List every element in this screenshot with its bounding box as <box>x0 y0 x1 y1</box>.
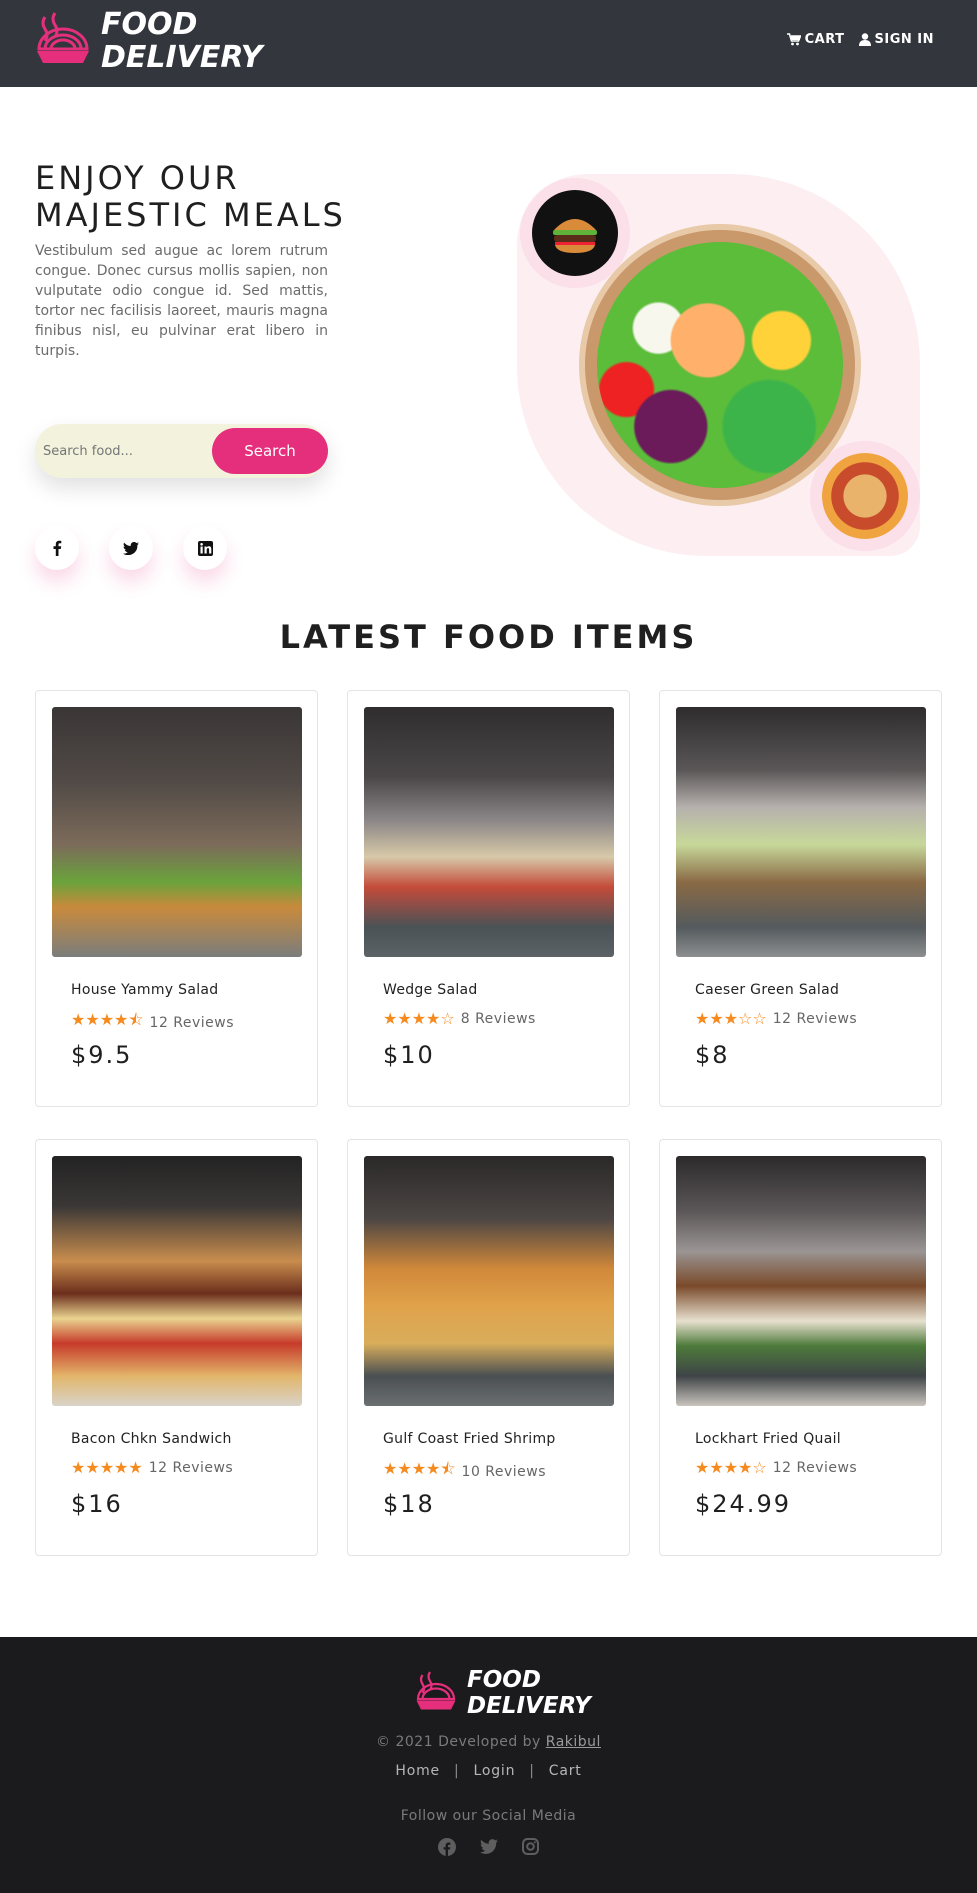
food-name: House Yammy Salad <box>71 982 219 998</box>
copyright-text: © 2021 Developed by <box>376 1734 541 1750</box>
instagram-icon[interactable] <box>521 1838 541 1861</box>
logo-line-1: FOOD <box>101 7 198 42</box>
twitter-icon[interactable] <box>479 1838 499 1861</box>
review-count: 8 Reviews <box>460 1010 536 1027</box>
footer-link-login[interactable]: Login <box>473 1763 515 1779</box>
food-name: Gulf Coast Fried Shrimp <box>383 1431 556 1447</box>
burger-thumbnail <box>532 190 618 276</box>
footer-links: Home | Login | Cart <box>0 1763 977 1779</box>
facebook-icon[interactable] <box>35 526 79 570</box>
salad-bowl-image <box>585 230 855 500</box>
divider: | <box>453 1763 460 1779</box>
user-icon <box>858 33 871 46</box>
food-image <box>676 707 926 957</box>
food-card[interactable]: House Yammy Salad ★★★★⯪ 12 Reviews $9.5 <box>35 690 318 1107</box>
rating-stars-icon: ★★★★⯪ <box>383 1459 456 1478</box>
pizza-thumbnail <box>822 453 908 539</box>
footer-socials <box>0 1838 977 1861</box>
review-count: 12 Reviews <box>772 1459 858 1476</box>
copyright: © 2021 Developed by Rakibul <box>0 1734 977 1750</box>
food-rating: ★★★★⯪ 12 Reviews <box>71 1009 234 1036</box>
bowl-logo-icon <box>37 12 89 63</box>
food-name: Bacon Chkn Sandwich <box>71 1431 232 1447</box>
food-image <box>676 1156 926 1406</box>
section-title: LATEST FOOD ITEMS <box>279 618 698 656</box>
food-rating: ★★★★☆ 12 Reviews <box>695 1458 857 1477</box>
facebook-icon[interactable] <box>437 1838 457 1861</box>
main-nav: CART SIGN IN <box>786 32 935 47</box>
food-rating: ★★★★★ 12 Reviews <box>71 1458 233 1477</box>
food-card[interactable]: Lockhart Fried Quail ★★★★☆ 12 Reviews $2… <box>659 1139 942 1556</box>
food-name: Lockhart Fried Quail <box>695 1431 841 1447</box>
rating-stars-icon: ★★★☆☆ <box>695 1009 767 1028</box>
hero-description: Vestibulum sed augue ac lorem rutrum con… <box>35 243 328 359</box>
hero-title-line-1: ENJOY OUR <box>35 159 240 197</box>
search-button[interactable]: Search <box>212 428 328 474</box>
nav-sign-in-label: SIGN IN <box>874 32 934 47</box>
food-name: Wedge Salad <box>383 982 478 998</box>
linkedin-icon[interactable] <box>183 526 227 570</box>
follow-text: Follow our Social Media <box>400 1808 577 1824</box>
search-input[interactable] <box>43 424 213 478</box>
food-rating: ★★★★⯪ 10 Reviews <box>383 1458 546 1485</box>
review-count: 12 Reviews <box>772 1010 858 1027</box>
food-price: $8 <box>695 1041 730 1069</box>
hero-title-line-2: MAJESTIC MEALS <box>35 196 346 234</box>
rating-stars-icon: ★★★★☆ <box>695 1458 767 1477</box>
hero-title: ENJOY OUR MAJESTIC MEALS <box>35 160 346 234</box>
food-price: $16 <box>71 1490 123 1518</box>
site-footer: FOOD DELIVERY © 2021 Developed by Rakibu… <box>0 1637 977 1893</box>
food-rating: ★★★★☆ 8 Reviews <box>383 1009 536 1028</box>
logo-text: FOOD DELIVERY <box>101 8 262 74</box>
food-card[interactable]: Wedge Salad ★★★★☆ 8 Reviews $10 <box>347 690 630 1107</box>
review-count: 12 Reviews <box>148 1459 234 1476</box>
author-link[interactable]: Rakibul <box>546 1734 601 1750</box>
food-card[interactable]: Caeser Green Salad ★★★☆☆ 12 Reviews $8 <box>659 690 942 1107</box>
bowl-logo-icon <box>416 1671 456 1710</box>
review-count: 10 Reviews <box>461 1463 547 1480</box>
review-count: 12 Reviews <box>149 1014 235 1031</box>
rating-stars-icon: ★★★★☆ <box>383 1009 455 1028</box>
twitter-icon[interactable] <box>109 526 153 570</box>
nav-cart[interactable]: CART <box>786 32 845 47</box>
cart-icon <box>786 33 801 46</box>
food-image <box>364 707 614 957</box>
footer-link-home[interactable]: Home <box>395 1763 440 1779</box>
nav-cart-label: CART <box>804 32 845 47</box>
divider: | <box>529 1763 535 1779</box>
food-image <box>364 1156 614 1406</box>
logo-line-2: DELIVERY <box>101 40 263 75</box>
footer-logo-line-1: FOOD <box>467 1667 541 1693</box>
food-price: $18 <box>383 1490 435 1518</box>
search-bar: Search <box>35 424 328 478</box>
footer-logo-line-2: DELIVERY <box>467 1693 591 1719</box>
site-header: FOOD DELIVERY CART SIGN IN <box>0 0 977 87</box>
food-card[interactable]: Gulf Coast Fried Shrimp ★★★★⯪ 10 Reviews… <box>347 1139 630 1556</box>
food-rating: ★★★☆☆ 12 Reviews <box>695 1009 857 1028</box>
logo[interactable]: FOOD DELIVERY <box>35 8 262 74</box>
footer-logo[interactable]: FOOD DELIVERY <box>415 1667 591 1719</box>
hero-socials <box>35 526 227 570</box>
food-price: $24.99 <box>695 1490 791 1518</box>
food-price: $9.5 <box>71 1041 133 1069</box>
footer-link-cart[interactable]: Cart <box>549 1763 582 1779</box>
footer-logo-text: FOOD DELIVERY <box>467 1667 591 1719</box>
nav-sign-in[interactable]: SIGN IN <box>858 32 935 47</box>
food-image <box>52 707 302 957</box>
food-image <box>52 1156 302 1406</box>
rating-stars-icon: ★★★★★ <box>71 1458 143 1477</box>
food-name: Caeser Green Salad <box>695 982 840 998</box>
food-card[interactable]: Bacon Chkn Sandwich ★★★★★ 12 Reviews $16 <box>35 1139 318 1556</box>
food-price: $10 <box>383 1041 435 1069</box>
rating-stars-icon: ★★★★⯪ <box>71 1010 144 1029</box>
